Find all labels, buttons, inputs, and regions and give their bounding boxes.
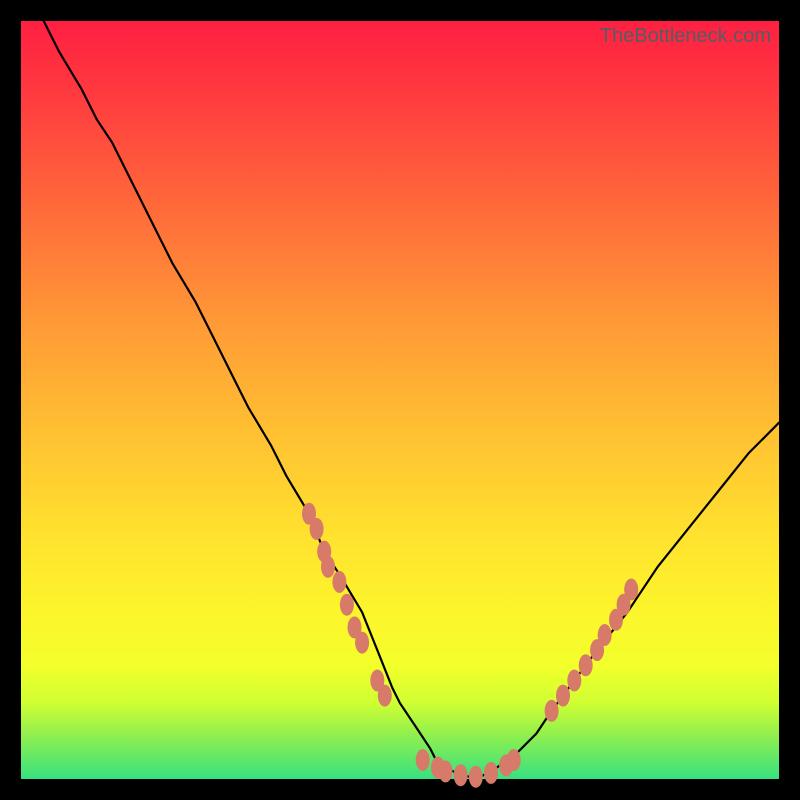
highlight-dot [507,749,521,771]
highlight-dot [310,518,324,540]
curve-highlight-dots [302,503,638,788]
highlight-dot [378,685,392,707]
highlight-dot [598,624,612,646]
highlight-dot [484,762,498,784]
bottleneck-curve [44,21,779,779]
chart-svg [21,21,779,779]
highlight-dot [332,571,346,593]
highlight-dot [556,685,570,707]
chart-background: TheBottleneck.com [21,21,779,779]
highlight-dot [321,556,335,578]
highlight-dot [624,579,638,601]
highlight-dot [469,766,483,788]
highlight-dot [545,700,559,722]
highlight-dot [454,764,468,786]
highlight-dot [567,670,581,692]
highlight-dot [340,594,354,616]
highlight-dot [579,654,593,676]
highlight-dot [355,632,369,654]
highlight-dot [416,749,430,771]
highlight-dot [439,760,453,782]
